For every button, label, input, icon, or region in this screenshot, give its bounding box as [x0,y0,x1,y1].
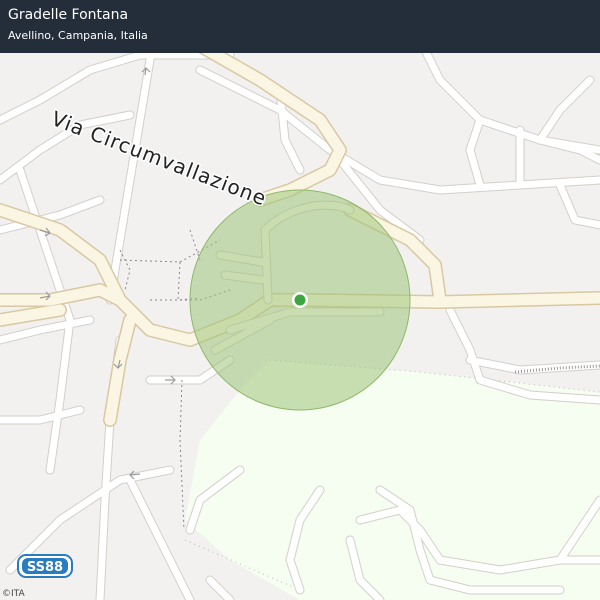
location-marker[interactable] [294,294,306,306]
road-shield-label: SS88 [27,560,63,575]
place-header: Gradelle Fontana Avellino, Campania, Ita… [0,0,600,53]
map-attribution[interactable]: ©ITA [2,589,25,599]
map-view[interactable]: Via Circumvallazione SS88 Gradelle Fonta… [0,0,600,600]
place-subtitle: Avellino, Campania, Italia [8,29,148,42]
place-title: Gradelle Fontana [8,7,129,23]
road-shield: SS88 [17,554,73,578]
map-canvas[interactable]: Via Circumvallazione SS88 [0,0,600,600]
